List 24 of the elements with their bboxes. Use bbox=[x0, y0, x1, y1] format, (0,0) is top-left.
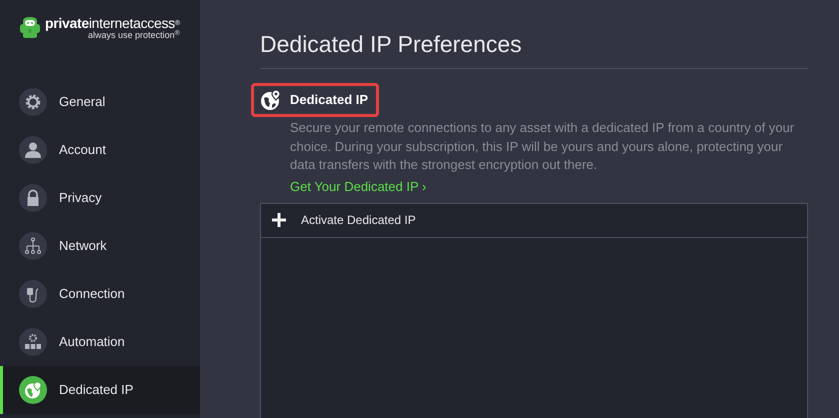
sidebar-item[interactable]: Account bbox=[0, 126, 200, 174]
logo-icon bbox=[19, 15, 41, 39]
sidebar-item[interactable]: Privacy bbox=[0, 174, 200, 222]
network-icon bbox=[19, 232, 47, 260]
gear-icon bbox=[19, 88, 47, 116]
globe-pin-icon bbox=[19, 376, 47, 404]
sidebar-item[interactable]: Dedicated IP bbox=[0, 366, 200, 414]
sidebar-item[interactable]: Network bbox=[0, 222, 200, 270]
activate-row[interactable]: Activate Dedicated IP bbox=[261, 204, 807, 238]
sidebar-item[interactable]: General bbox=[0, 78, 200, 126]
page-title: Dedicated IP Preferences bbox=[260, 30, 523, 58]
globe-pin-icon bbox=[260, 89, 282, 111]
automation-icon bbox=[19, 328, 47, 356]
sidebar-item[interactable]: Automation bbox=[0, 318, 200, 366]
logo-wordmark: privateinternetaccess$^{®}$ bbox=[45, 15, 180, 31]
logo-tagline: always use protection$^{®}$ bbox=[88, 31, 180, 40]
plus-icon bbox=[271, 212, 287, 228]
get-dedicated-ip-link[interactable]: Get Your Dedicated IP › bbox=[290, 176, 426, 196]
lock-icon bbox=[19, 184, 47, 212]
section-description: Secure your remote connections to any asset with a dedicated IP from a country of your choice. During your subscription, this IP will be yours and yours alone, protecting your data transfers with the strongest encryption out there. bbox=[290, 119, 796, 174]
person-icon bbox=[19, 136, 47, 164]
plug-icon bbox=[19, 280, 47, 308]
section-heading: Dedicated IP bbox=[251, 83, 380, 117]
sidebar-item[interactable]: Connection bbox=[0, 270, 200, 318]
